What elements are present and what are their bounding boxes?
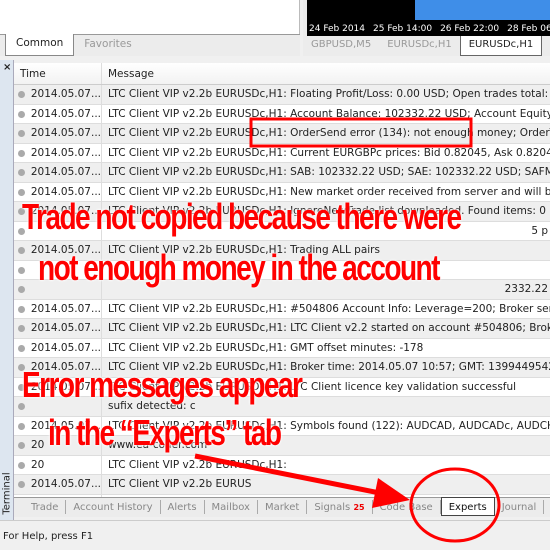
highlight-rectangle [249,117,473,148]
annotation-line-2: not enough money in the account [38,247,440,288]
highlight-circle [409,467,501,543]
annotation-line-4: in the “Experts” tab [48,412,282,453]
annotation-line-3: Error messages appear [22,364,303,405]
arrow-line [194,453,391,498]
arrow-head-icon [372,478,410,508]
annotation-line-1: Trade not copied because there were [22,196,462,237]
